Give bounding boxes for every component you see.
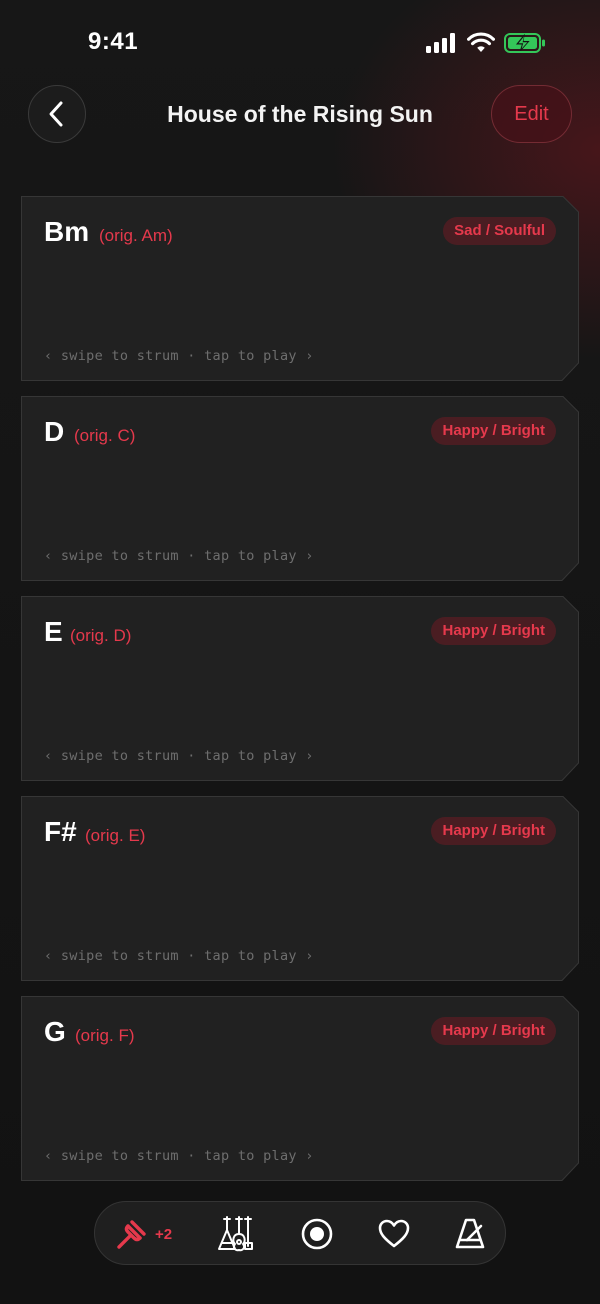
cellular-signal-icon [426,32,455,53]
transpose-count: +2 [155,1225,173,1243]
chord-card-bm[interactable]: Bm (orig. Am) Sad / Soulful ‹ swipe to s… [21,196,579,381]
instruments-icon [218,1216,253,1252]
back-button[interactable] [28,85,86,143]
record-button[interactable] [300,1214,334,1254]
mood-badge: Happy / Bright [431,817,556,845]
chord-card-g[interactable]: G (orig. F) Happy / Bright ‹ swipe to st… [21,996,579,1181]
mood-badge: Happy / Bright [431,417,556,445]
gesture-hint: ‹ swipe to strum · tap to play › [44,548,314,564]
page-title: House of the Rising Sun [167,101,433,127]
bottom-toolbar: +2 [94,1201,506,1265]
chord-card-d[interactable]: D (orig. C) Happy / Bright ‹ swipe to st… [21,396,579,581]
battery-charging-icon [504,32,545,53]
chord-name: F# [44,816,77,847]
original-chord-label: (orig. Am) [99,226,173,245]
metronome-button[interactable] [453,1214,487,1254]
original-chord-label: (orig. C) [74,426,136,445]
original-chord-label: (orig. D) [70,626,132,645]
gesture-hint: ‹ swipe to strum · tap to play › [44,1148,314,1164]
mood-badge: Happy / Bright [431,1017,556,1045]
transpose-button[interactable]: +2 [115,1214,172,1254]
chevron-left-icon [49,101,63,127]
chord-name: E [44,616,63,647]
heart-icon [378,1219,410,1248]
metronome-icon [455,1218,485,1249]
mood-badge: Sad / Soulful [443,217,556,245]
screen: 9:41 House of the Rising Sun Edit Bm (or… [0,0,600,1304]
chord-card-e[interactable]: E (orig. D) Happy / Bright ‹ swipe to st… [21,596,579,781]
status-time: 9:41 [88,28,139,55]
chord-name: G [44,1016,66,1047]
tuning-fork-icon [117,1220,146,1249]
status-bar: 9:41 [0,0,600,88]
chord-name: Bm [44,216,90,247]
wifi-icon [467,32,495,52]
record-icon [301,1218,333,1250]
favorite-button[interactable] [377,1214,411,1254]
chord-card-f-sharp[interactable]: F# (orig. E) Happy / Bright ‹ swipe to s… [21,796,579,981]
original-chord-label: (orig. F) [75,1026,135,1045]
instruments-button[interactable] [215,1214,255,1254]
original-chord-label: (orig. E) [85,826,146,845]
chord-list: Bm (orig. Am) Sad / Soulful ‹ swipe to s… [21,196,579,1196]
gesture-hint: ‹ swipe to strum · tap to play › [44,748,314,764]
edit-button[interactable]: Edit [491,85,572,143]
chord-name: D [44,416,65,447]
status-icons [426,32,546,53]
gesture-hint: ‹ swipe to strum · tap to play › [44,948,314,964]
gesture-hint: ‹ swipe to strum · tap to play › [44,348,314,364]
header: House of the Rising Sun Edit [0,85,600,145]
mood-badge: Happy / Bright [431,617,556,645]
